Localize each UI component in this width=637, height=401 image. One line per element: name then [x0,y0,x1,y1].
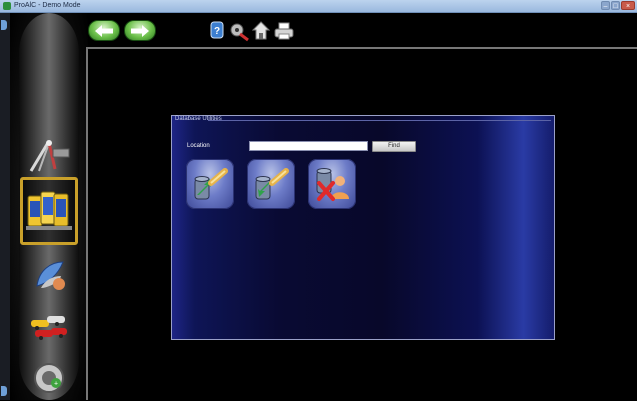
window-controls: – □ × [601,1,635,10]
window-title: ProAlC - Demo Mode [14,2,81,9]
export-database-button[interactable] [186,159,234,209]
toolbar-divider [88,47,637,49]
sidebar-item-alignment[interactable] [22,132,76,178]
tools-icon [230,23,249,42]
app-icon [3,2,11,10]
left-edge-strip [0,13,10,400]
sidebar-item-vehicles[interactable] [22,306,76,352]
delete-customer-icon [316,168,349,201]
panel-title: Database Utilities [175,116,222,122]
toolbar: ? [88,13,637,51]
vehicles-icon [31,316,67,340]
collapse-tab-top[interactable] [1,20,7,30]
delete-customer-button[interactable] [308,159,356,209]
print-button[interactable] [274,20,294,42]
sidebar-item-tire[interactable] [22,251,76,297]
sidebar-divider [86,47,88,400]
minimize-button[interactable]: – [601,1,610,10]
maximize-button[interactable]: □ [611,1,620,10]
import-database-icon [255,168,289,200]
collapse-tab-bottom[interactable] [1,386,7,396]
close-button[interactable]: × [621,1,635,10]
location-label: Location [187,143,210,149]
svg-text:?: ? [214,26,220,37]
sidebar-item-settings[interactable]: + [22,355,76,401]
sidebar-item-database[interactable] [20,177,78,245]
database-icon [26,191,72,230]
alignment-icon [29,140,70,172]
window-titlebar: ProAlC - Demo Mode – □ × [0,0,637,13]
database-utilities-panel: Database Utilities Location Find [171,115,555,340]
location-input[interactable] [249,141,368,151]
help-icon: ? [210,21,224,39]
svg-text:+: + [54,381,58,388]
export-database-icon [194,168,228,200]
find-button[interactable]: Find [372,141,416,152]
back-arrow-icon [95,24,113,37]
printer-icon [274,22,294,40]
help-button[interactable]: ? [208,20,226,42]
forward-button[interactable] [124,20,156,41]
tools-button[interactable] [229,20,249,42]
import-database-button[interactable] [247,159,295,209]
house-icon [251,21,271,40]
tire-icon [36,261,65,290]
back-button[interactable] [88,20,120,41]
settings-icon: + [34,363,64,393]
home-button[interactable] [251,20,271,42]
forward-arrow-icon [131,24,149,37]
panel-title-rule [208,120,551,121]
sidebar: + [10,13,88,400]
